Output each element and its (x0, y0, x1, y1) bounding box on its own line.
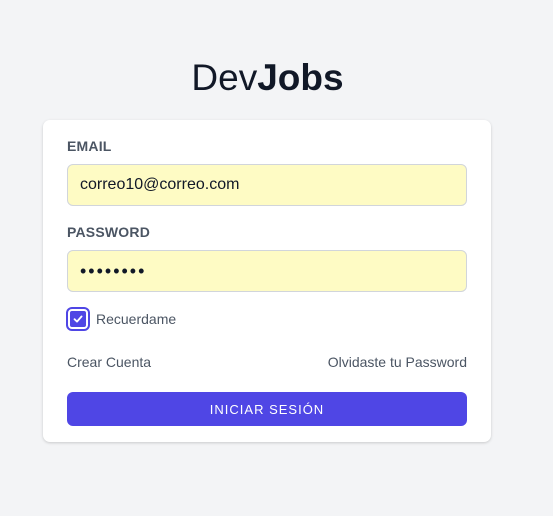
remember-label: Recuerdame (96, 311, 177, 327)
remember-checkbox[interactable] (68, 309, 88, 329)
password-field[interactable] (67, 250, 467, 292)
login-button[interactable]: INICIAR SESIÓN (67, 392, 467, 426)
login-card: EMAIL PASSWORD Recuerdame Crear Cuenta O… (43, 120, 491, 442)
create-account-link[interactable]: Crear Cuenta (67, 354, 151, 370)
email-field[interactable] (67, 164, 467, 206)
app-logo: DevJobs (0, 56, 535, 100)
logo-jobs-text: Jobs (257, 57, 344, 98)
password-label: PASSWORD (67, 224, 151, 240)
remember-me: Recuerdame (65, 308, 176, 330)
forgot-password-link[interactable]: Olvidaste tu Password (328, 354, 467, 370)
logo-dev-text: Dev (191, 57, 258, 98)
check-icon (73, 315, 83, 323)
email-label: EMAIL (67, 138, 112, 154)
